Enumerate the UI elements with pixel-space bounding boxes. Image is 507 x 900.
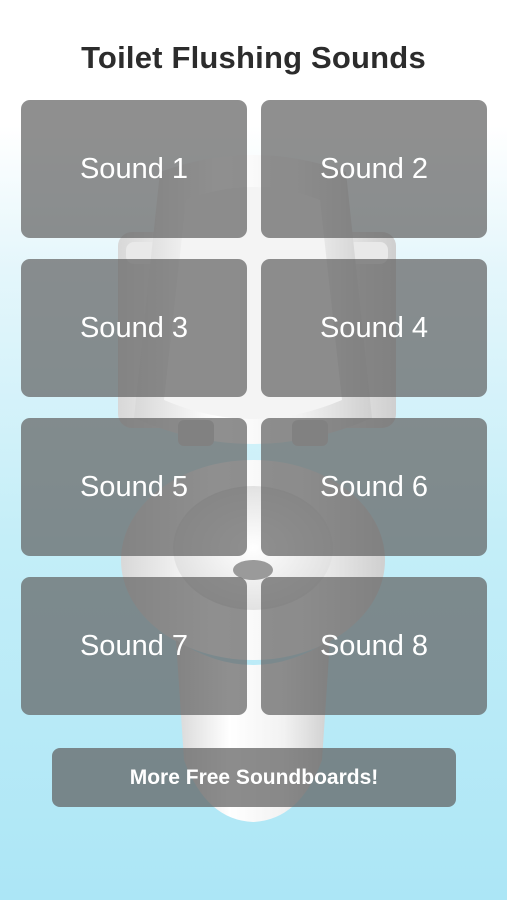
- app-screen: Toilet Flushing Sounds Sound 1 Sound 2 S…: [0, 0, 507, 900]
- page-title: Toilet Flushing Sounds: [81, 40, 426, 75]
- sound-5-label: Sound 5: [79, 470, 189, 503]
- sound-3-button[interactable]: Sound 3: [21, 259, 247, 397]
- sound-6-label: Sound 6: [319, 470, 429, 503]
- sound-4-label: Sound 4: [319, 311, 429, 344]
- sound-1-label: Sound 1: [79, 152, 189, 185]
- sound-4-button[interactable]: Sound 4: [261, 259, 487, 397]
- sound-6-button[interactable]: Sound 6: [261, 418, 487, 556]
- sound-5-button[interactable]: Sound 5: [21, 418, 247, 556]
- sound-8-button[interactable]: Sound 8: [261, 577, 487, 715]
- sound-2-label: Sound 2: [319, 152, 429, 185]
- sound-1-button[interactable]: Sound 1: [21, 100, 247, 238]
- sound-8-label: Sound 8: [319, 629, 429, 662]
- sound-7-button[interactable]: Sound 7: [21, 577, 247, 715]
- more-soundboards-button[interactable]: More Free Soundboards!: [52, 748, 456, 807]
- sound-2-button[interactable]: Sound 2: [261, 100, 487, 238]
- sound-3-label: Sound 3: [79, 311, 189, 344]
- sound-7-label: Sound 7: [79, 629, 189, 662]
- more-soundboards-label: More Free Soundboards!: [129, 765, 379, 789]
- sound-grid: Sound 1 Sound 2 Sound 3 Sound 4 Sound 5 …: [21, 100, 487, 715]
